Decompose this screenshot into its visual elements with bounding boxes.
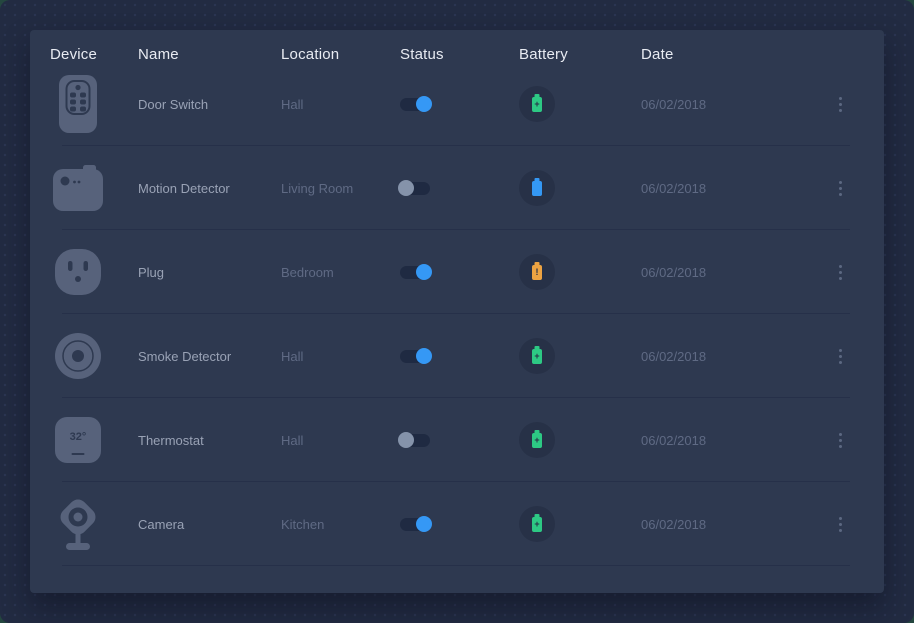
thermostat-temperature: 32° [70,431,87,443]
device-name: Smoke Detector [138,349,281,364]
table-row: Motion Detector Living Room 06/02/2018 [50,146,864,230]
smoke-detector-icon [50,326,106,386]
battery-icon: + [532,517,542,532]
device-location: Hall [281,349,400,364]
device-location: Bedroom [281,265,400,280]
battery-symbol: + [534,352,539,361]
device-name: Thermostat [138,433,281,448]
device-name: Door Switch [138,97,281,112]
table-row: 32° Thermostat Hall + 06/02/2018 [50,398,864,482]
battery-symbol: + [534,100,539,109]
battery-icon: + [532,349,542,364]
column-header-battery: Battery [519,46,641,63]
motion-detector-icon [50,158,106,218]
status-toggle[interactable] [400,266,430,279]
battery-icon: + [532,97,542,112]
toggle-knob [398,180,414,196]
device-location: Hall [281,433,400,448]
battery-symbol: ! [536,268,539,277]
toggle-knob [398,432,414,448]
table-row: Smoke Detector Hall + 06/02/2018 [50,314,864,398]
table-header: Device Name Location Status Battery Date [50,30,864,62]
row-menu-button[interactable] [830,260,850,284]
status-toggle[interactable] [400,98,430,111]
column-header-date: Date [641,46,816,63]
app-background: Device Name Location Status Battery Date [0,0,914,623]
device-date: 06/02/2018 [641,97,816,112]
device-name: Camera [138,517,281,532]
row-menu-button[interactable] [830,428,850,452]
battery-symbol: + [534,520,539,529]
device-name: Motion Detector [138,181,281,196]
device-location: Hall [281,97,400,112]
status-toggle[interactable] [400,518,430,531]
battery-symbol: + [534,436,539,445]
column-header-status: Status [400,46,519,63]
battery-icon: + [532,433,542,448]
door-switch-icon [50,74,106,134]
toggle-knob [416,96,432,112]
plug-icon [50,242,106,302]
row-menu-button[interactable] [830,176,850,200]
row-menu-button[interactable] [830,512,850,536]
column-header-device: Device [50,46,138,63]
battery-badge: + [519,338,555,374]
table-row: Camera Kitchen + 06/02/2018 [50,482,864,566]
device-name: Plug [138,265,281,280]
table-row: Plug Bedroom ! 06/02/2018 [50,230,864,314]
status-toggle[interactable] [400,350,430,363]
device-date: 06/02/2018 [641,433,816,448]
thermostat-dash [72,453,85,456]
device-date: 06/02/2018 [641,517,816,532]
toggle-knob [416,264,432,280]
camera-icon [50,494,106,554]
toggle-knob [416,516,432,532]
devices-panel: Device Name Location Status Battery Date [30,30,884,593]
column-header-location: Location [281,46,400,63]
battery-badge: + [519,506,555,542]
column-header-name: Name [138,46,281,63]
battery-badge: + [519,86,555,122]
status-toggle[interactable] [400,182,430,195]
battery-badge [519,170,555,206]
toggle-knob [416,348,432,364]
battery-icon [532,181,542,196]
device-location: Living Room [281,181,400,196]
thermostat-icon: 32° [50,410,106,470]
battery-badge: ! [519,254,555,290]
device-date: 06/02/2018 [641,349,816,364]
battery-badge: + [519,422,555,458]
device-date: 06/02/2018 [641,181,816,196]
table-row: Door Switch Hall + 06/02/2018 [50,62,864,146]
row-menu-button[interactable] [830,92,850,116]
status-toggle[interactable] [400,434,430,447]
row-menu-button[interactable] [830,344,850,368]
device-date: 06/02/2018 [641,265,816,280]
device-location: Kitchen [281,517,400,532]
battery-icon: ! [532,265,542,280]
